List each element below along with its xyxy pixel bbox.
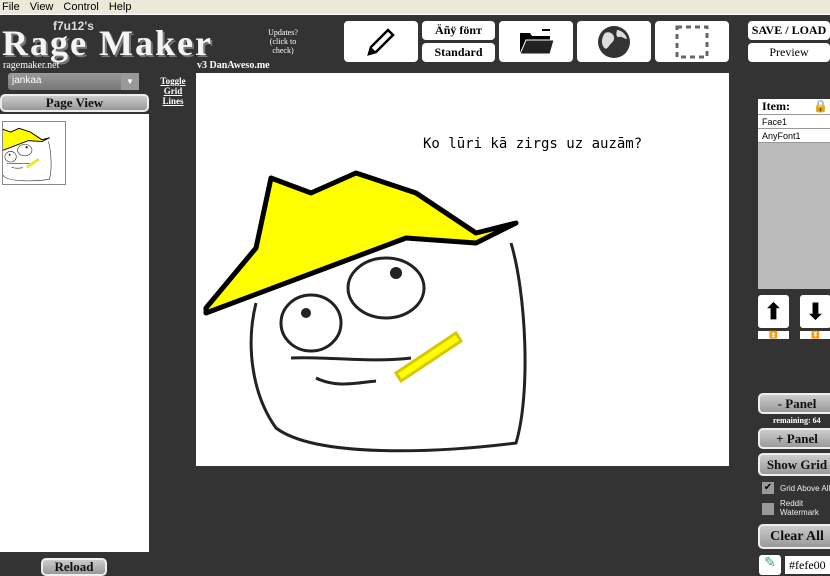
remove-panel-button[interactable]: - Panel <box>758 393 830 414</box>
page-dropdown[interactable]: jankaa ▼ <box>8 73 139 90</box>
menu-view[interactable]: View <box>30 1 54 13</box>
item-list-header: Item: 🔒 <box>758 99 830 115</box>
list-item[interactable]: AnyFont1 <box>758 129 830 143</box>
canvas-text[interactable]: Ko lūri kā zirgs uz auzām? <box>423 136 642 152</box>
preview-button[interactable]: Preview <box>748 43 830 62</box>
lock-icon[interactable]: 🔒 <box>813 99 828 114</box>
rage-face-image[interactable] <box>196 73 729 466</box>
move-top-button[interactable]: ⏫ <box>758 331 789 339</box>
move-down-button[interactable]: ⬇ <box>800 295 830 328</box>
folder-icon <box>519 28 554 54</box>
page-thumbnail[interactable] <box>2 121 66 185</box>
app-title: Rage Maker <box>2 23 213 63</box>
page-list <box>0 114 149 552</box>
menu-file[interactable]: File <box>2 1 20 13</box>
updates-link[interactable]: Updates? (click to check) <box>262 28 304 55</box>
globe-button[interactable] <box>577 21 651 62</box>
site-label: ragemaker.net <box>3 60 60 71</box>
remaining-label: remaining: 64 <box>773 416 821 425</box>
item-header-label: Item: <box>762 99 790 113</box>
arrow-down-icon: ⬇ <box>806 298 825 324</box>
save-load-button[interactable]: SAVE / LOAD <box>748 21 830 40</box>
list-item[interactable]: Face1 <box>758 115 830 129</box>
comic-canvas[interactable]: Ko lūri kā zirgs uz auzām? <box>196 73 729 466</box>
thumbnail-face-image <box>3 127 52 182</box>
toggle-grid-lines-link[interactable]: Toggle Grid Lines <box>158 76 188 106</box>
reload-button[interactable]: Reload <box>41 558 107 576</box>
add-panel-button[interactable]: + Panel <box>758 428 830 449</box>
dropdown-value: jankaa <box>12 75 42 86</box>
font-style-button[interactable]: Äñÿ fönт <box>422 21 495 40</box>
globe-icon <box>598 25 630 58</box>
version-label: v3 DanAweso.me <box>197 60 270 71</box>
eyedropper-icon[interactable]: ✎ <box>759 555 781 575</box>
show-grid-button[interactable]: Show Grid <box>758 453 830 476</box>
grid-above-checkbox[interactable]: ✔ <box>762 482 774 494</box>
chevron-down-icon: ▼ <box>121 73 139 90</box>
select-button[interactable] <box>655 21 729 62</box>
move-up-button[interactable]: ⬆ <box>758 295 789 328</box>
arrow-up-icon: ⬆ <box>764 298 783 324</box>
pencil-button[interactable] <box>344 21 418 62</box>
page-view-button[interactable]: Page View <box>0 94 149 112</box>
reddit-watermark-label: Reddit Watermark <box>780 499 819 517</box>
pencil-icon <box>367 27 395 56</box>
menu-control[interactable]: Control <box>63 1 98 13</box>
clear-all-button[interactable]: Clear All <box>758 524 830 549</box>
move-bottom-button[interactable]: ⏬ <box>800 331 830 339</box>
menu-help[interactable]: Help <box>109 1 132 13</box>
item-list: Item: 🔒 Face1 AnyFont1 <box>758 99 830 289</box>
color-input[interactable]: #fefe00 <box>785 556 830 574</box>
menu-bar: File View Control Help <box>0 0 830 15</box>
folder-button[interactable] <box>499 21 573 62</box>
dashed-square-icon <box>675 25 709 58</box>
reddit-watermark-checkbox[interactable] <box>762 503 774 515</box>
grid-above-label: Grid Above All <box>780 484 830 493</box>
font-standard-button[interactable]: Standard <box>422 43 495 62</box>
